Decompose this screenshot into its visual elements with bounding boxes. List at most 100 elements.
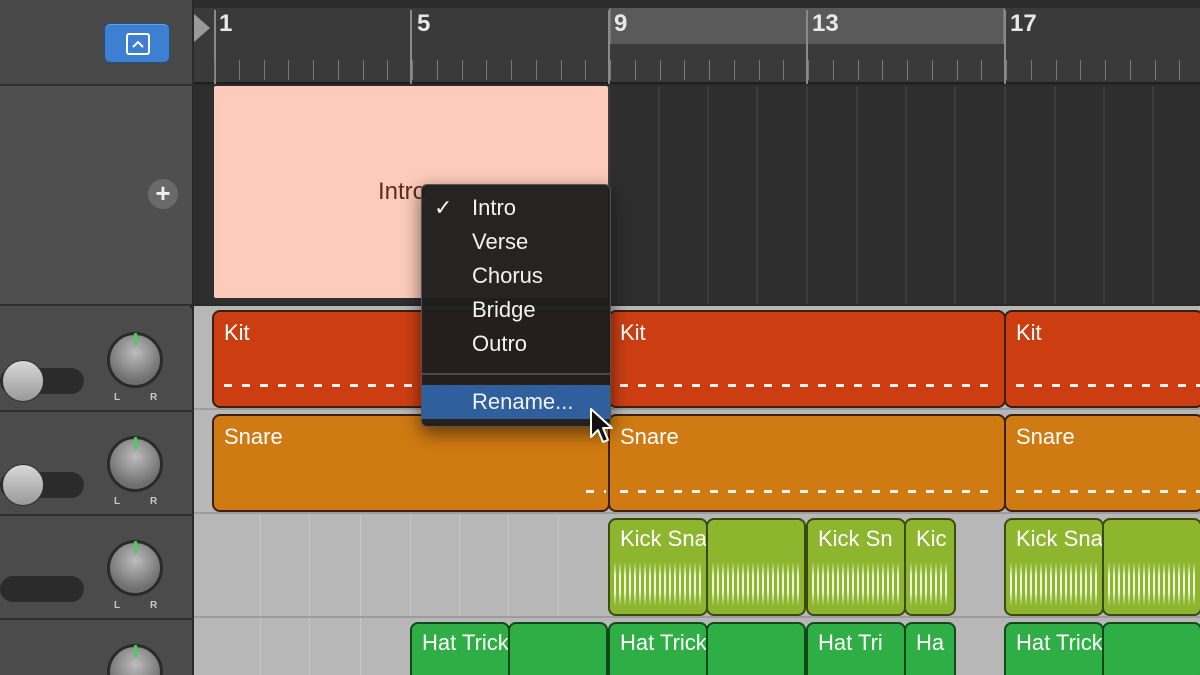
- region-snare[interactable]: Snare: [1004, 414, 1200, 512]
- add-marker-icon[interactable]: +: [148, 179, 178, 209]
- region-kick-snare-loop[interactable]: Kick Snare Loop: [608, 518, 708, 616]
- region-kick-snare-loop[interactable]: Kick Sn: [806, 518, 906, 616]
- bar-number: 17: [1010, 10, 1037, 37]
- grid-line: [756, 86, 758, 304]
- arrangement-track[interactable]: Intro: [194, 86, 1200, 304]
- pan-knob[interactable]: [107, 644, 163, 675]
- ruler-tick: [585, 60, 586, 80]
- pan-right-label: R: [150, 600, 158, 611]
- midi-notes: [586, 490, 606, 493]
- region-snare[interactable]: Snare: [608, 414, 1006, 512]
- lane-separator: [194, 616, 1200, 618]
- ruler-header: [0, 0, 192, 86]
- region-snare[interactable]: Snare: [212, 414, 610, 512]
- track-header-kit[interactable]: L R: [0, 308, 192, 412]
- arrangement-region-label: Intro: [378, 178, 427, 205]
- ruler-tick: [486, 60, 487, 80]
- lane-separator: [194, 512, 1200, 514]
- ruler-tick: [858, 60, 859, 80]
- menu-item-chorus[interactable]: Chorus: [422, 259, 610, 293]
- region-label: Hat Tri: [818, 630, 883, 655]
- grid-line: [707, 86, 709, 304]
- region-label: Kit: [224, 320, 250, 345]
- ruler-tick: [833, 60, 834, 80]
- pan-knob[interactable]: [107, 332, 163, 388]
- menu-item-verse[interactable]: Verse: [422, 225, 610, 259]
- track-header-snare[interactable]: L R: [0, 412, 192, 516]
- region-hat-trick-house[interactable]: [706, 622, 806, 675]
- ruler-tick: [981, 60, 982, 80]
- track-header-hat[interactable]: [0, 620, 192, 675]
- menu-item-label: Outro: [472, 331, 528, 356]
- grid-line: [856, 86, 858, 304]
- region-hat-trick-house[interactable]: Ha: [904, 622, 956, 675]
- volume-slider-handle[interactable]: [2, 360, 44, 402]
- ruler-tick: [239, 60, 240, 80]
- section-context-menu: ✓ Intro Verse Chorus Bridge Outro Rename…: [421, 184, 611, 427]
- region-hat-trick-house[interactable]: [508, 622, 608, 675]
- ruler-tick: [808, 60, 809, 80]
- audio-waveform: [1010, 556, 1098, 612]
- region-hat-trick-house[interactable]: [1102, 622, 1200, 675]
- ruler-tick: [1056, 60, 1057, 80]
- region-kick-snare-loop[interactable]: Kic: [904, 518, 956, 616]
- ruler-tick: [957, 60, 958, 80]
- grid-line: [410, 516, 411, 616]
- region-label: Snare: [224, 424, 283, 449]
- ruler-tick: [734, 60, 735, 80]
- pan-right-label: R: [150, 392, 158, 403]
- audio-waveform: [812, 556, 900, 612]
- menu-item-rename[interactable]: Rename...: [422, 385, 610, 419]
- grid-line: [558, 516, 559, 616]
- pan-knob[interactable]: [107, 540, 163, 596]
- menu-item-label: Bridge: [472, 297, 536, 322]
- menu-item-label: Chorus: [472, 263, 543, 288]
- region-hat-trick-house[interactable]: Hat Trick House: [1004, 622, 1104, 675]
- region-label: Kick Snare Loop: [620, 526, 707, 551]
- ruler-tick: [561, 60, 562, 80]
- ruler-tick: [363, 60, 364, 80]
- region-hat-trick-house[interactable]: Hat Trick House: [608, 622, 708, 675]
- menu-item-label: Intro: [472, 195, 517, 220]
- region-label: Kit: [620, 320, 646, 345]
- volume-slider[interactable]: [0, 576, 84, 602]
- midi-notes: [620, 384, 996, 387]
- menu-separator: [422, 373, 610, 375]
- grid-line: [260, 516, 261, 675]
- region-kick-snare-loop[interactable]: Kick Snare Loop: [1004, 518, 1104, 616]
- pan-left-label: L: [114, 600, 121, 611]
- menu-item-outro[interactable]: Outro: [422, 327, 610, 361]
- grid-line: [954, 86, 956, 304]
- arrangement-view-button[interactable]: [104, 23, 170, 63]
- audio-waveform: [614, 556, 702, 612]
- region-label: Kit: [1016, 320, 1042, 345]
- region-kit[interactable]: Kit: [608, 310, 1006, 408]
- region-hat-trick-house[interactable]: Hat Trick House: [410, 622, 510, 675]
- grid-line: [905, 86, 907, 304]
- logic-window: + L R L R L R 1 5 9 13 17 Intro Kit Kit …: [0, 0, 1200, 675]
- pan-knob[interactable]: [107, 436, 163, 492]
- ruler-tick: [1080, 60, 1081, 80]
- volume-slider-handle[interactable]: [2, 464, 44, 506]
- track-lanes[interactable]: Kit Kit Kit Snare Snare Snare Kick Snare…: [194, 306, 1200, 675]
- playhead-icon[interactable]: [194, 14, 210, 42]
- mouse-pointer-icon: [590, 408, 613, 443]
- region-label: Kick Snare Loop: [1016, 526, 1103, 551]
- region-kick-snare-loop[interactable]: [706, 518, 806, 616]
- region-hat-trick-house[interactable]: Hat Tri: [806, 622, 906, 675]
- region-kit[interactable]: Kit: [1004, 310, 1200, 408]
- ruler-tick: [437, 60, 438, 80]
- region-kick-snare-loop[interactable]: [1102, 518, 1200, 616]
- track-header-loop[interactable]: L R: [0, 516, 192, 620]
- grid-line: [806, 86, 808, 304]
- menu-item-intro[interactable]: ✓ Intro: [422, 191, 610, 225]
- menu-item-label: Verse: [472, 229, 529, 254]
- arrangement-track-header: +: [0, 86, 192, 306]
- checkmark-icon: ✓: [434, 195, 453, 220]
- lane-separator: [194, 408, 1200, 410]
- menu-item-bridge[interactable]: Bridge: [422, 293, 610, 327]
- bar-ruler[interactable]: 1 5 9 13 17: [194, 0, 1200, 84]
- arrangement-view-icon: [126, 33, 150, 55]
- pan-right-label: R: [150, 496, 158, 507]
- ruler-tick: [313, 60, 314, 80]
